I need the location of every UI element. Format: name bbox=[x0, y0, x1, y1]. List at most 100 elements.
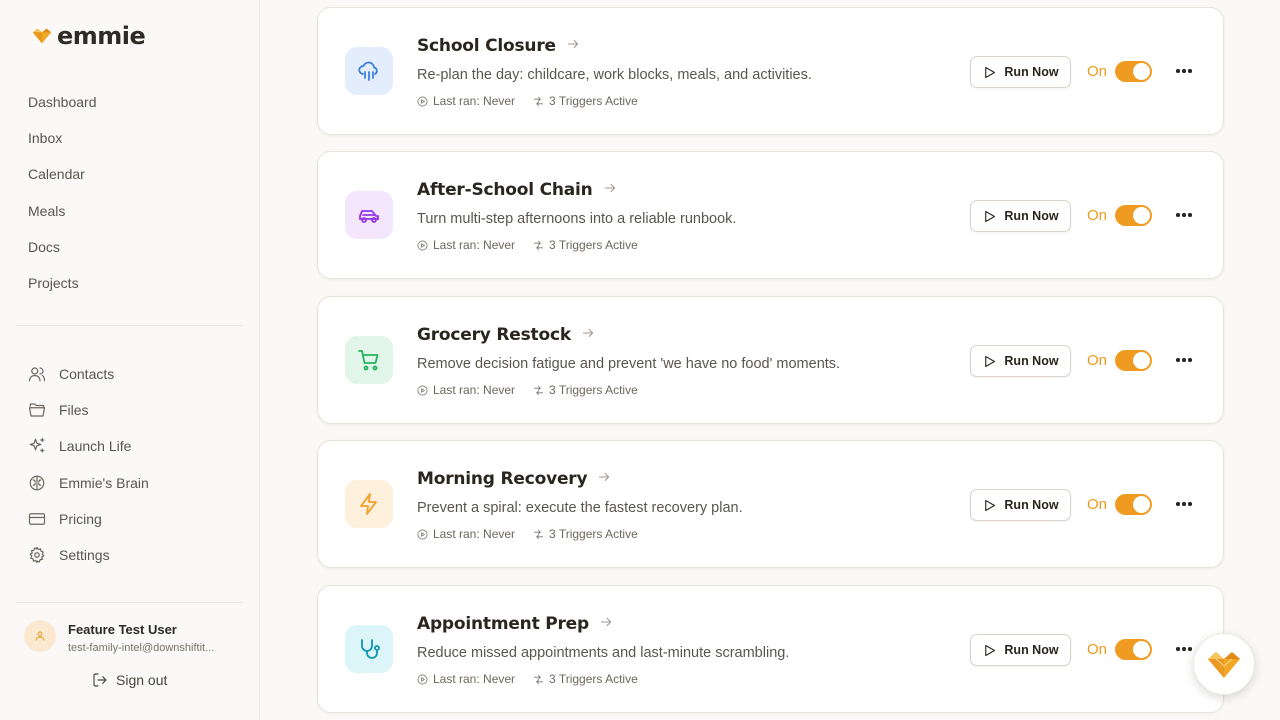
routine-meta: Last ran: Never 3 Triggers Active bbox=[417, 672, 656, 686]
routine-description: Re-plan the day: childcare, work blocks,… bbox=[417, 67, 812, 83]
routine-toggle[interactable] bbox=[1115, 350, 1152, 371]
routine-icon-tile bbox=[345, 191, 393, 239]
sign-out-label: Sign out bbox=[116, 672, 168, 688]
status-label: On bbox=[1087, 207, 1108, 224]
routine-title: After-School Chain bbox=[417, 180, 593, 200]
more-options-icon[interactable] bbox=[1174, 494, 1194, 514]
nav-item-calendar[interactable]: Calendar bbox=[28, 162, 97, 198]
routine-card-school-closure: School Closure Re-plan the day: childcar… bbox=[317, 7, 1224, 135]
last-ran-text: Last ran: Never bbox=[433, 238, 516, 252]
car-icon bbox=[359, 210, 379, 223]
routine-description: Reduce missed appointments and last-minu… bbox=[417, 645, 790, 661]
secondary-nav: Contacts Files Launch Life Emmie's Brain… bbox=[28, 356, 149, 573]
nav-item-projects[interactable]: Projects bbox=[28, 271, 97, 307]
lightning-icon bbox=[360, 493, 377, 515]
routine-card-grocery-restock: Grocery Restock Remove decision fatigue … bbox=[317, 296, 1224, 424]
play-circle-icon bbox=[417, 96, 428, 106]
routine-meta: Last ran: Never 3 Triggers Active bbox=[417, 94, 656, 108]
routine-description: Prevent a spiral: execute the fastest re… bbox=[417, 500, 743, 516]
last-ran-text: Last ran: Never bbox=[433, 672, 516, 686]
routine-title: School Closure bbox=[417, 36, 556, 56]
user-profile[interactable]: Feature Test User test-family-intel@down… bbox=[24, 620, 236, 654]
play-circle-icon bbox=[417, 674, 428, 684]
routine-title-link[interactable]: School Closure bbox=[417, 36, 580, 56]
run-now-button[interactable]: Run Now bbox=[970, 634, 1071, 666]
nav-item-settings[interactable]: Settings bbox=[28, 537, 149, 573]
routine-title: Appointment Prep bbox=[417, 614, 589, 634]
toggle-knob bbox=[1133, 207, 1150, 224]
routine-title: Grocery Restock bbox=[417, 325, 571, 345]
toggle-knob bbox=[1133, 641, 1150, 658]
routine-description: Remove decision fatigue and prevent 'we … bbox=[417, 356, 841, 372]
more-options-icon[interactable] bbox=[1174, 350, 1194, 370]
routine-meta: Last ran: Never 3 Triggers Active bbox=[417, 383, 656, 397]
play-circle-icon bbox=[417, 529, 428, 539]
triggers-icon bbox=[534, 385, 544, 395]
logo-mark-icon bbox=[32, 28, 52, 44]
routine-title-link[interactable]: Grocery Restock bbox=[417, 325, 595, 345]
arrow-right-icon bbox=[581, 326, 595, 345]
sign-out-button[interactable]: Sign out bbox=[92, 672, 167, 688]
nav-item-dashboard[interactable]: Dashboard bbox=[28, 90, 97, 126]
last-ran-text: Last ran: Never bbox=[433, 527, 516, 541]
routine-title-link[interactable]: Morning Recovery bbox=[417, 469, 611, 489]
nav-item-launch-life[interactable]: Launch Life bbox=[28, 428, 149, 464]
status-label: On bbox=[1087, 496, 1108, 513]
run-now-button[interactable]: Run Now bbox=[970, 489, 1071, 521]
nav-label: Pricing bbox=[59, 510, 102, 527]
routine-toggle[interactable] bbox=[1115, 639, 1152, 660]
nav-item-contacts[interactable]: Contacts bbox=[28, 356, 149, 392]
routine-description: Turn multi-step afternoons into a reliab… bbox=[417, 211, 737, 227]
run-now-label: Run Now bbox=[1004, 65, 1059, 79]
status-label: On bbox=[1087, 352, 1108, 369]
logo[interactable]: emmie bbox=[31, 22, 146, 50]
triggers-text: 3 Triggers Active bbox=[549, 238, 638, 252]
user-icon bbox=[35, 631, 45, 641]
play-icon bbox=[985, 499, 996, 511]
avatar bbox=[24, 620, 56, 652]
routine-title: Morning Recovery bbox=[417, 469, 588, 489]
routine-toggle[interactable] bbox=[1115, 205, 1152, 226]
triggers-text: 3 Triggers Active bbox=[549, 94, 638, 108]
arrow-right-icon bbox=[603, 181, 617, 200]
run-now-button[interactable]: Run Now bbox=[970, 56, 1071, 88]
play-circle-icon bbox=[417, 385, 428, 395]
routine-toggle[interactable] bbox=[1115, 494, 1152, 515]
nav-item-files[interactable]: Files bbox=[28, 392, 149, 428]
toggle-knob bbox=[1133, 496, 1150, 513]
more-options-icon[interactable] bbox=[1174, 639, 1194, 659]
nav-item-inbox[interactable]: Inbox bbox=[28, 126, 97, 162]
assistant-launcher-button[interactable] bbox=[1193, 633, 1255, 695]
play-icon bbox=[985, 66, 996, 78]
run-now-button[interactable]: Run Now bbox=[970, 345, 1071, 377]
nav-label: Contacts bbox=[59, 366, 115, 383]
brand-name: emmie bbox=[57, 22, 146, 50]
run-now-label: Run Now bbox=[1004, 643, 1059, 657]
nav-label: Launch Life bbox=[59, 438, 132, 455]
run-now-label: Run Now bbox=[1004, 354, 1059, 368]
status-label: On bbox=[1087, 63, 1108, 80]
sidebar-divider-bottom bbox=[16, 602, 243, 603]
nav-item-docs[interactable]: Docs bbox=[28, 235, 97, 271]
run-now-label: Run Now bbox=[1004, 498, 1059, 512]
nav-item-meals[interactable]: Meals bbox=[28, 199, 97, 235]
routine-toggle[interactable] bbox=[1115, 61, 1152, 82]
nav-label: Emmie's Brain bbox=[59, 474, 149, 491]
play-icon bbox=[985, 355, 996, 367]
toggle-knob bbox=[1133, 352, 1150, 369]
more-options-icon[interactable] bbox=[1174, 61, 1194, 81]
play-icon bbox=[985, 210, 996, 222]
play-icon bbox=[985, 644, 996, 656]
user-email: test-family-intel@downshiftit... bbox=[68, 642, 215, 654]
triggers-text: 3 Triggers Active bbox=[549, 383, 638, 397]
routine-title-link[interactable]: After-School Chain bbox=[417, 180, 617, 200]
sign-out-icon bbox=[93, 673, 107, 687]
nav-item-emmies-brain[interactable]: Emmie's Brain bbox=[28, 465, 149, 501]
nav-label: Settings bbox=[59, 547, 110, 564]
routine-card-after-school-chain: After-School Chain Turn multi-step after… bbox=[317, 151, 1224, 279]
nav-item-pricing[interactable]: Pricing bbox=[28, 501, 149, 537]
run-now-button[interactable]: Run Now bbox=[970, 200, 1071, 232]
more-options-icon[interactable] bbox=[1174, 205, 1194, 225]
arrow-right-icon bbox=[599, 615, 613, 634]
routine-title-link[interactable]: Appointment Prep bbox=[417, 614, 613, 634]
